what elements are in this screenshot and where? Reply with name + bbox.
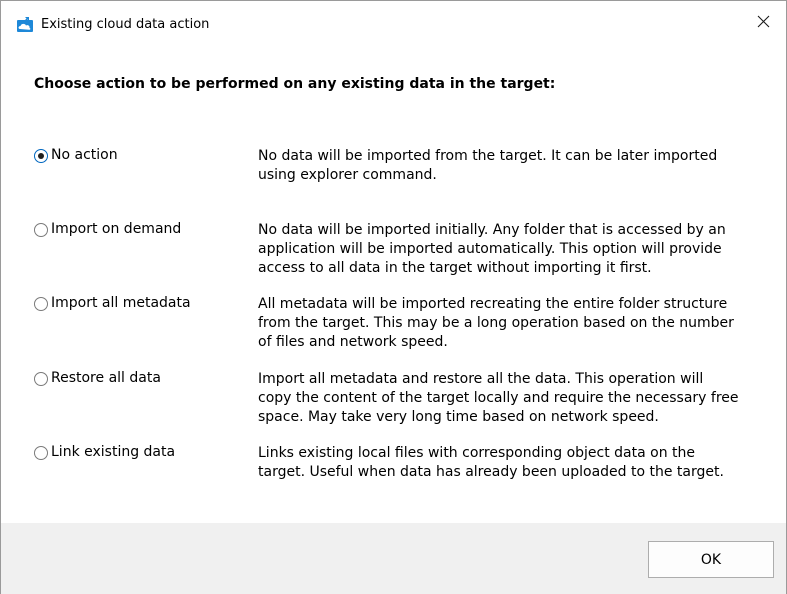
- dialog-window: Existing cloud data action Choose action…: [0, 0, 787, 594]
- title-bar: Existing cloud data action: [1, 1, 786, 41]
- radio-restore-all-data[interactable]: Restore all data: [34, 370, 161, 387]
- radio-button[interactable]: [34, 296, 48, 311]
- dialog-footer: OK: [1, 523, 786, 594]
- radio-label[interactable]: Link existing data: [51, 444, 175, 461]
- option-description: All metadata will be imported recreating…: [258, 296, 734, 350]
- radio-link-existing-data[interactable]: Link existing data: [34, 444, 175, 461]
- radio-button[interactable]: [34, 371, 48, 386]
- cloud-app-icon: [16, 16, 34, 33]
- radio-label[interactable]: No action: [51, 147, 118, 164]
- ok-button[interactable]: OK: [648, 541, 774, 578]
- radio-button-checked[interactable]: [34, 148, 48, 163]
- option-description: No data will be imported from the target…: [258, 148, 718, 183]
- radio-no-action[interactable]: No action: [34, 147, 118, 164]
- radio-label[interactable]: Import on demand: [51, 221, 181, 238]
- option-description: Links existing local files with correspo…: [258, 445, 724, 480]
- radio-dot: [38, 152, 44, 159]
- radio-label[interactable]: Import all metadata: [51, 295, 191, 312]
- window-title: Existing cloud data action: [41, 17, 210, 32]
- radio-import-on-demand[interactable]: Import on demand: [34, 221, 181, 238]
- radio-button[interactable]: [34, 445, 48, 460]
- close-icon: [757, 15, 769, 27]
- dialog-heading: Choose action to be performed on any exi…: [34, 76, 556, 92]
- option-description: No data will be imported initially. Any …: [258, 222, 726, 276]
- close-button[interactable]: [740, 2, 786, 40]
- option-description: Import all metadata and restore all the …: [258, 371, 739, 425]
- radio-import-all-metadata[interactable]: Import all metadata: [34, 295, 191, 312]
- radio-label[interactable]: Restore all data: [51, 370, 161, 387]
- radio-button[interactable]: [34, 222, 48, 237]
